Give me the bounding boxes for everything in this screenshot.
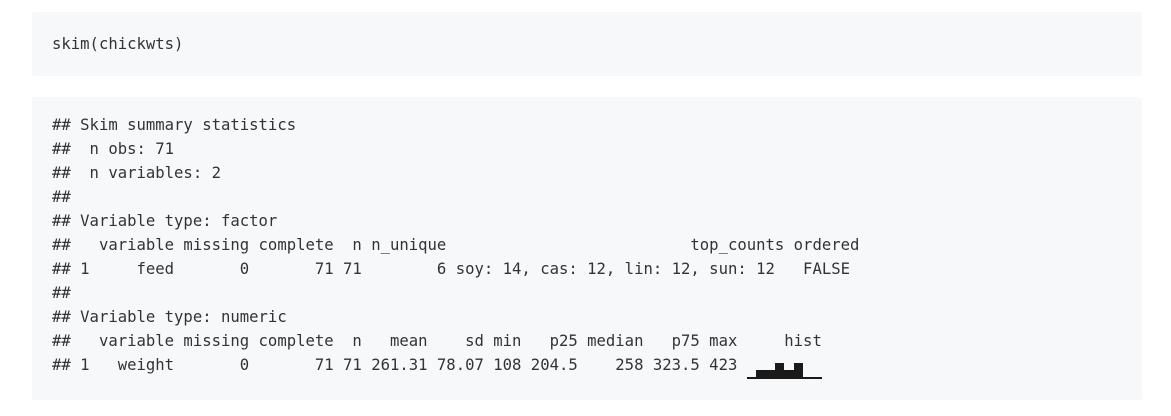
output-line-factor-type: ## Variable type: factor (52, 212, 278, 230)
output-line-numeric-type: ## Variable type: numeric (52, 308, 287, 326)
numeric-row-values: ## 1 weight 0 71 71 261.31 78.07 108 204… (52, 356, 747, 374)
output-line-blank: ## (52, 284, 71, 302)
hist-bar (784, 370, 794, 379)
output-line-n-obs: ## n obs: 71 (52, 140, 175, 158)
hist-bar (774, 363, 785, 379)
output-line-blank: ## (52, 188, 71, 206)
hist-bar (793, 363, 804, 379)
output-line-summary-header: ## Skim summary statistics (52, 116, 297, 134)
hist-bar (765, 370, 775, 379)
page: skim(chickwts) ## Skim summary statistic… (0, 0, 1171, 416)
output-line-numeric-row: ## 1 weight 0 71 71 261.31 78.07 108 204… (52, 353, 1122, 379)
hist-bar (812, 377, 822, 379)
hist-bar (756, 370, 766, 379)
code-input-line: skim(chickwts) (52, 35, 184, 53)
output-line-factor-row: ## 1 feed 0 71 71 6 soy: 14, cas: 12, li… (52, 260, 850, 278)
histogram-sparkline (746, 355, 822, 379)
output-line-numeric-header: ## variable missing complete n mean sd m… (52, 332, 822, 350)
hist-bar (803, 377, 813, 379)
hist-bar (746, 377, 757, 379)
output-line-factor-header: ## variable missing complete n n_unique … (52, 236, 860, 254)
output-line-n-variables: ## n variables: 2 (52, 164, 221, 182)
code-input-block: skim(chickwts) (32, 12, 1142, 76)
code-output-block: ## Skim summary statistics ## n obs: 71 ##… (32, 97, 1142, 400)
